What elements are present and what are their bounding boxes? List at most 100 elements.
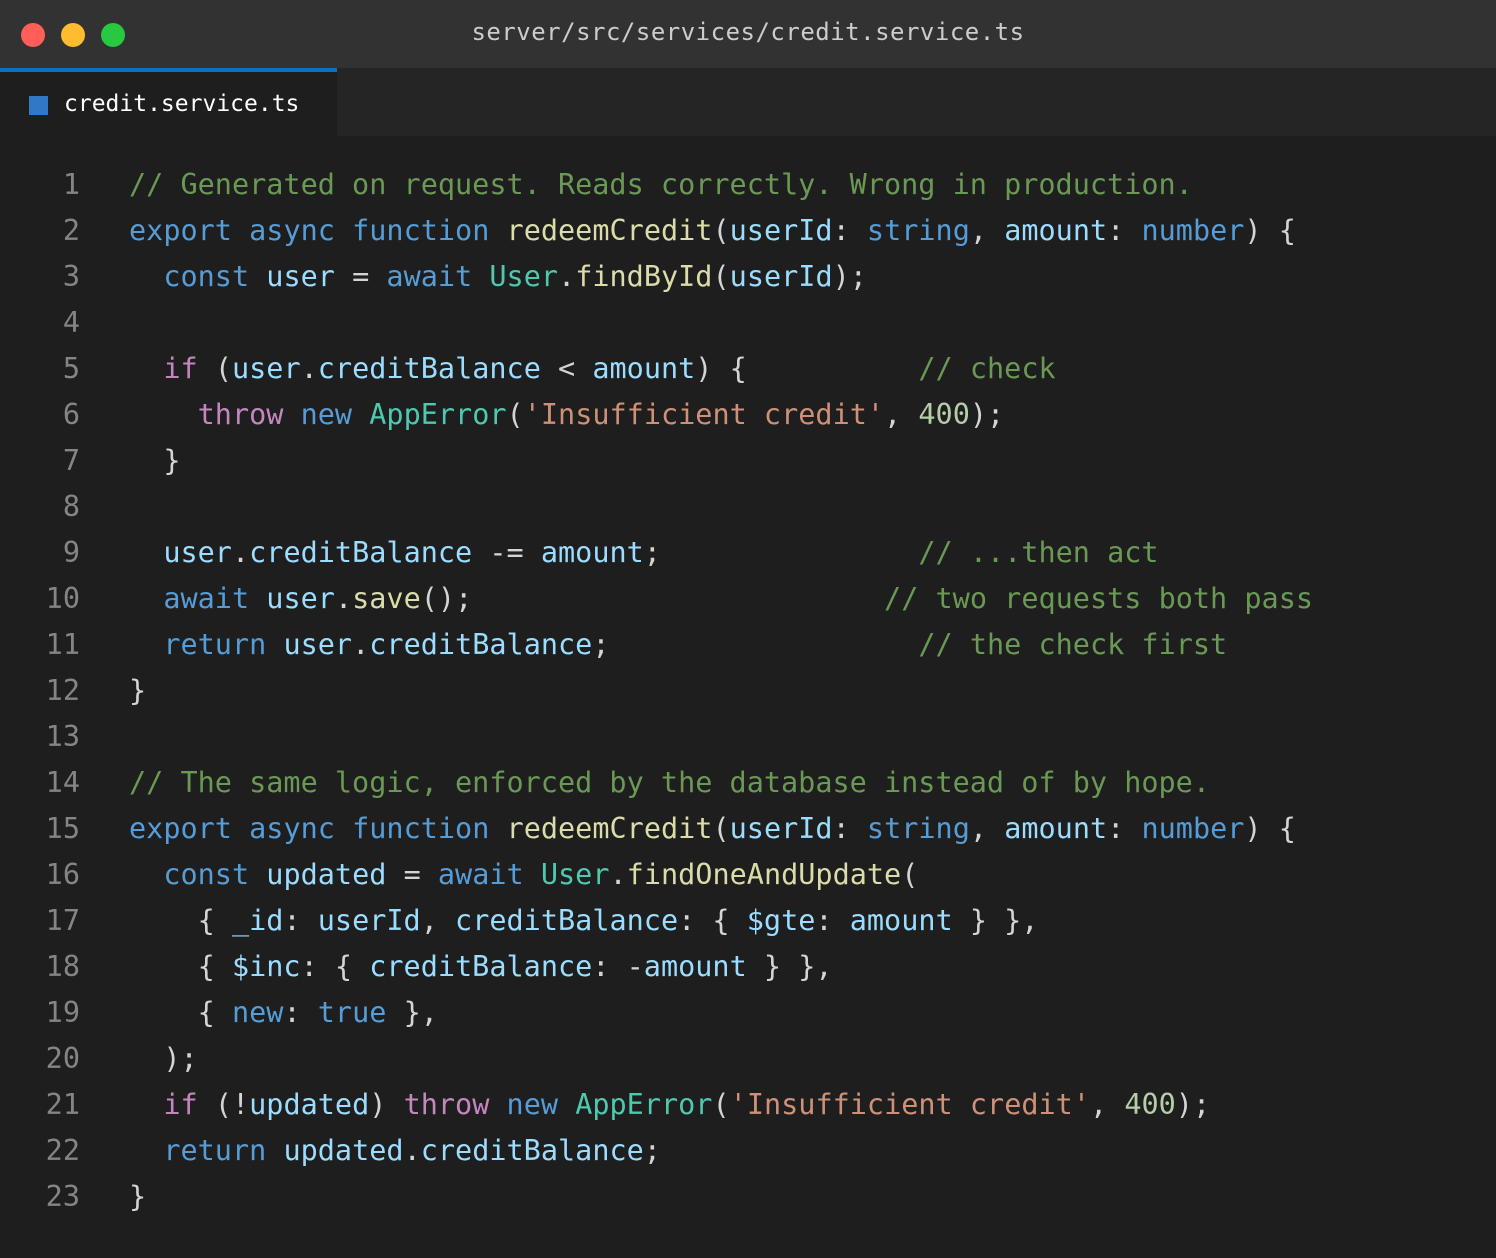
code-text: // Generated on request. Reads correctly… [129,162,1193,208]
code-token: amount [643,950,747,983]
code-line[interactable]: 11 return user.creditBalance; // the che… [0,622,1496,668]
code-text: { $inc: { creditBalance: -amount } }, [129,944,833,990]
code-text: throw new AppError('Insufficient credit'… [129,392,1005,438]
tab-bar: credit.service.ts [0,68,1496,136]
code-token: // The same logic, enforced by the datab… [129,766,1210,799]
code-line[interactable]: 3 const user = await User.findById(userI… [0,254,1496,300]
code-token: updated [283,1134,404,1167]
line-number: 21 [45,1088,80,1121]
code-text: if (!updated) throw new AppError('Insuff… [129,1082,1210,1128]
code-line[interactable]: 14 // The same logic, enforced by the dat… [0,760,1496,806]
code-text: { _id: userId, creditBalance: { $gte: am… [129,898,1039,944]
code-token: number [1141,214,1245,247]
code-line[interactable]: 8 [0,484,1496,530]
code-token: }, [386,996,438,1029]
code-line[interactable]: 13 [0,714,1496,760]
title-bar: server/src/services/credit.service.ts [0,0,1496,68]
code-text: } [129,1174,146,1220]
code-text: await user.save(); // two requests both … [129,576,1313,622]
code-token: number [1141,812,1245,845]
code-token: return [163,1134,267,1167]
code-line[interactable]: 19 { new: true }, [0,990,1496,1036]
code-token: User [540,858,610,891]
code-token: , [1089,1088,1125,1121]
line-number: 18 [45,950,80,983]
code-token: creditBalance [317,352,541,385]
code-token: userId [729,260,833,293]
line-number: 14 [45,766,80,799]
code-line[interactable]: 2 export async function redeemCredit(user… [0,208,1496,254]
code-token: save [352,582,421,615]
code-token: // two requests both pass [884,582,1314,615]
tab-label: credit.service.ts [64,91,300,117]
code-token: ( [506,398,524,431]
tab-credit-service[interactable]: credit.service.ts [0,68,337,136]
code-token: amount [1004,214,1108,247]
code-token: creditBalance [420,1134,644,1167]
code-line[interactable]: 5 if (user.creditBalance < amount) { // … [0,346,1496,392]
code-token: . [403,1134,421,1167]
code-line[interactable]: 12} [0,668,1496,714]
line-number: 23 [45,1180,80,1213]
code-line[interactable]: 1 // Generated on request. Reads correctl… [0,162,1496,208]
code-token: creditBalance [249,536,473,569]
code-line[interactable]: 17 { _id: userId, creditBalance: { $gte:… [0,898,1496,944]
code-line[interactable]: 9 user.creditBalance -= amount; // ...th… [0,530,1496,576]
code-text: } [129,668,146,714]
code-token: if [163,352,198,385]
code-line[interactable]: 20 ); [0,1036,1496,1082]
line-number: 15 [45,812,80,845]
code-text: const updated = await User.findOneAndUpd… [129,852,918,898]
line-number: 19 [45,996,80,1029]
code-text: } [129,438,180,484]
code-text: ); [129,1036,198,1082]
code-token: if [163,1088,198,1121]
line-number: 13 [45,720,80,753]
code-token: , [969,214,1005,247]
code-text: user.creditBalance -= amount; // ...then… [129,530,1158,576]
code-line[interactable]: 6 throw new AppError('Insufficient credi… [0,392,1496,438]
code-token: AppError [575,1088,713,1121]
code-line[interactable]: 15 export async function redeemCredit(use… [0,806,1496,852]
line-number: 20 [45,1042,80,1075]
code-token: (! [197,1088,250,1121]
code-text: { new: true }, [129,990,438,1036]
code-token: . [334,582,353,615]
code-line[interactable]: 23} [0,1174,1496,1220]
code-token: ) { [1244,812,1296,845]
code-token: // check [918,352,1056,385]
code-line[interactable]: 10 await user.save(); // two requests bo… [0,576,1496,622]
code-line[interactable]: 18 { $inc: { creditBalance: -amount } }, [0,944,1496,990]
code-token: , [420,904,456,937]
code-line[interactable]: 22 return updated.creditBalance; [0,1128,1496,1174]
code-line[interactable]: 21 if (!updated) throw new AppError('Ins… [0,1082,1496,1128]
editor-window: server/src/services/credit.service.ts cr… [0,0,1496,1258]
code-token: 'Insufficient credit' [729,1088,1090,1121]
code-token: } [129,1180,147,1213]
typescript-file-icon [29,96,48,115]
code-token: < [540,352,593,385]
code-token: amount [1004,812,1108,845]
code-token: ; [643,536,661,569]
code-token: ( [712,812,730,845]
code-line[interactable]: 7 } [0,438,1496,484]
code-token: . [300,352,318,385]
code-line[interactable]: 4 [0,300,1496,346]
code-token: ); [129,1042,198,1075]
code-token: : [283,996,318,1029]
code-token: user [266,260,335,293]
code-token: . [609,858,627,891]
code-line[interactable]: 16 const updated = await User.findOneAnd… [0,852,1496,898]
code-token: async [249,812,335,845]
line-number: 6 [62,398,80,431]
code-editor[interactable]: 1 // Generated on request. Reads correctl… [0,136,1496,1258]
